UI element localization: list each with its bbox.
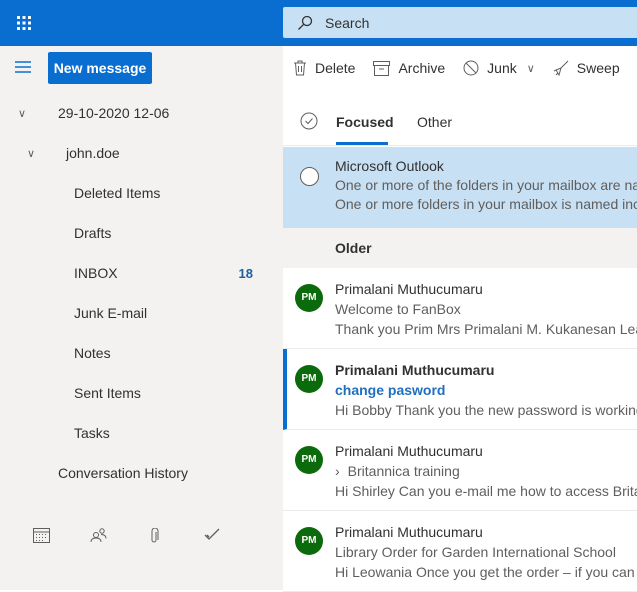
- subject: Welcome to FanBox: [335, 301, 461, 317]
- sender: Microsoft Outlook: [335, 158, 444, 174]
- message-list: Microsoft Outlook One or more of the fol…: [283, 147, 637, 592]
- command-bar: Delete Archive Junk ∨ Sweep: [283, 46, 637, 90]
- sweep-label: Sweep: [576, 60, 620, 76]
- app-switcher: [0, 522, 283, 552]
- sidebar-item-drafts[interactable]: Drafts: [0, 213, 283, 253]
- avatar: PM: [295, 446, 323, 474]
- message-item[interactable]: PM Primalani Muthucumaru Welcome to FanB…: [283, 268, 637, 349]
- tab-focused[interactable]: Focused: [336, 114, 394, 130]
- preview: Hi Bobby Thank you the new password is w…: [335, 402, 637, 418]
- delete-button[interactable]: Delete: [293, 60, 355, 76]
- checkmark-icon[interactable]: [204, 528, 220, 544]
- message-item[interactable]: Microsoft Outlook One or more of the fol…: [283, 147, 637, 228]
- search-placeholder: Search: [325, 14, 370, 31]
- message-item[interactable]: PM Primalani Muthucumaru change pasword …: [283, 349, 637, 430]
- waffle-icon: [17, 16, 31, 30]
- trash-icon: [294, 60, 306, 76]
- preview: One or more folders in your mailbox is n…: [335, 196, 637, 212]
- top-bar: Search: [0, 0, 637, 46]
- calendar-icon[interactable]: [33, 528, 50, 546]
- select-radio[interactable]: [300, 167, 319, 186]
- chevron-down-icon[interactable]: ∨: [27, 147, 35, 160]
- section-header: Older: [283, 228, 637, 268]
- sidebar: New message ∨ 29-10-2020 12-06 ∨ john.doe …: [0, 46, 283, 590]
- sidebar-item-junk-email[interactable]: Junk E-mail: [0, 293, 283, 333]
- app-launcher-button[interactable]: [0, 0, 48, 46]
- sidebar-item-sent-items[interactable]: Sent Items: [0, 373, 283, 413]
- subject: change pasword: [335, 382, 446, 398]
- search-input[interactable]: Search: [283, 7, 637, 38]
- account-label: 29-10-2020 12-06: [58, 105, 170, 121]
- subject: One or more of the folders in your mailb…: [335, 177, 637, 193]
- folder-label: Sent Items: [74, 385, 141, 401]
- sidebar-item-deleted-items[interactable]: Deleted Items: [0, 173, 283, 213]
- folder-label: Conversation History: [58, 465, 188, 481]
- paperclip-icon[interactable]: [149, 527, 159, 547]
- people-icon[interactable]: [90, 528, 107, 546]
- preview: Thank you Prim Mrs Primalani M. Kukanesa…: [335, 321, 637, 337]
- preview: Hi Shirley Can you e-mail me how to acce…: [335, 483, 637, 499]
- chevron-right-icon[interactable]: ›: [335, 463, 340, 479]
- folder-label: Junk E-mail: [74, 305, 148, 321]
- sidebar-item-tasks[interactable]: Tasks: [0, 413, 283, 453]
- sender: Primalani Muthucumaru: [335, 281, 483, 297]
- unread-count: 18: [238, 265, 253, 281]
- tab-other[interactable]: Other: [417, 114, 452, 130]
- archive-button[interactable]: Archive: [373, 60, 445, 76]
- subject: Britannica training: [347, 463, 460, 479]
- hamburger-menu-icon[interactable]: [14, 60, 32, 77]
- user-node[interactable]: ∨ john.doe: [0, 133, 283, 173]
- block-icon: [463, 60, 479, 76]
- folder-label: Notes: [74, 345, 111, 361]
- delete-label: Delete: [315, 60, 356, 76]
- inbox-tabs: Focused Other: [283, 90, 637, 146]
- sender: Primalani Muthucumaru: [335, 362, 495, 378]
- broom-icon: [553, 60, 569, 76]
- avatar: PM: [295, 527, 323, 555]
- select-all-checkbox[interactable]: [300, 112, 318, 133]
- user-label: john.doe: [66, 145, 120, 161]
- folder-label: INBOX: [74, 265, 118, 281]
- avatar: PM: [295, 284, 323, 312]
- subject: Library Order for Garden International S…: [335, 544, 616, 560]
- sender: Primalani Muthucumaru: [335, 443, 483, 459]
- junk-button[interactable]: Junk ∨: [463, 60, 535, 76]
- message-item[interactable]: PM Primalani Muthucumaru › Britannica tra…: [283, 430, 637, 511]
- folder-label: Deleted Items: [74, 185, 161, 201]
- chevron-down-icon[interactable]: ∨: [18, 107, 26, 120]
- new-message-button[interactable]: New message: [48, 52, 152, 84]
- active-tab-indicator: [336, 142, 388, 145]
- folder-label: Drafts: [74, 225, 112, 241]
- archive-icon: [373, 60, 391, 76]
- account-node[interactable]: ∨ 29-10-2020 12-06: [0, 93, 283, 133]
- search-icon: [298, 15, 313, 30]
- chevron-down-icon[interactable]: ∨: [527, 62, 535, 75]
- message-item[interactable]: PM Primalani Muthucumaru Library Order f…: [283, 511, 637, 592]
- sweep-button[interactable]: Sweep: [553, 60, 620, 76]
- sidebar-item-inbox[interactable]: INBOX 18: [0, 253, 283, 293]
- folder-label: Tasks: [74, 425, 110, 441]
- sender: Primalani Muthucumaru: [335, 524, 483, 540]
- sidebar-item-notes[interactable]: Notes: [0, 333, 283, 373]
- sidebar-item-conversation-history[interactable]: Conversation History: [0, 453, 283, 493]
- junk-label: Junk: [487, 60, 517, 76]
- avatar: PM: [295, 365, 323, 393]
- preview: Hi Leowania Once you get the order – if …: [335, 564, 635, 580]
- archive-label: Archive: [398, 60, 446, 76]
